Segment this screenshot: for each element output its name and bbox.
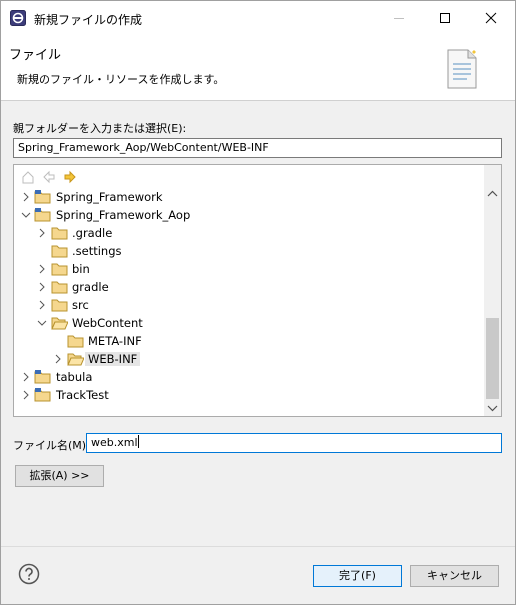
expand-arrow-icon[interactable] [36,281,48,293]
tree-row[interactable]: WebContent [14,314,480,332]
folder-icon [51,281,68,294]
file-name-label: ファイル名(M): [13,439,90,452]
tree-label: WebContent [72,316,143,330]
tree-row[interactable]: .settings [14,242,480,260]
expand-arrow-icon[interactable] [20,389,32,401]
project-folder-icon [34,208,51,222]
parent-folder-label: 親フォルダーを入力または選択(E): [13,122,187,135]
maximize-button[interactable] [422,1,468,35]
new-file-dialog: 新規ファイルの作成 ファイル 新規のファイル・リソースを作成します。 親フォルダ… [0,0,516,605]
folder-open-icon [67,353,84,366]
tree-label: gradle [72,280,109,294]
window-title: 新規ファイルの作成 [34,13,143,27]
file-name-input[interactable]: web.xml [86,433,502,453]
advanced-button[interactable]: 拡張(A) >> [15,465,104,487]
tree-row[interactable]: gradle [14,278,480,296]
forward-arrow-icon[interactable] [62,169,78,185]
tree-label: Spring_Framework [56,190,163,204]
tree-label: Spring_Framework_Aop [56,208,191,222]
tree-toolbar [20,169,78,185]
tree-row[interactable]: TrackTest [14,386,480,404]
minimize-button[interactable] [376,1,422,35]
collapse-arrow-icon[interactable] [20,209,32,221]
expand-arrow-icon[interactable] [52,353,64,365]
folder-tree[interactable]: Spring_Framework Spring_Framework_Aop .g… [13,164,502,417]
close-icon [485,12,497,24]
wizard-title: ファイル [9,48,62,63]
tree-row[interactable]: Spring_Framework [14,188,480,206]
back-arrow-icon[interactable] [41,169,57,185]
tree-row[interactable]: .gradle [14,224,480,242]
text-cursor [137,435,139,448]
file-name-value: web.xml [91,436,138,449]
tree-label: bin [72,262,90,276]
tree-label: WEB-INF [85,352,141,366]
maximize-icon [440,13,450,23]
folder-open-icon [51,317,68,330]
eclipse-app-icon [10,10,26,26]
tree-scrollbar[interactable] [484,165,501,416]
finish-button[interactable]: 完了(F) [313,565,402,587]
close-button[interactable] [468,1,514,35]
new-file-wizard-icon [447,49,477,89]
project-folder-icon [34,370,51,384]
folder-icon [51,263,68,276]
expand-arrow-icon[interactable] [20,191,32,203]
tree-label: META-INF [88,334,142,348]
collapse-arrow-icon[interactable] [36,317,48,329]
title-bar: 新規ファイルの作成 [1,1,515,35]
tree-row[interactable]: bin [14,260,480,278]
wizard-banner: ファイル 新規のファイル・リソースを作成します。 [1,35,515,101]
folder-icon [51,299,68,312]
tree-row[interactable]: src [14,296,480,314]
project-folder-icon [34,190,51,204]
folder-icon [51,227,68,240]
home-icon[interactable] [20,169,36,185]
folder-icon [67,335,84,348]
parent-folder-input[interactable]: Spring_Framework_Aop/WebContent/WEB-INF [13,138,502,158]
tree-label: src [72,298,89,312]
expand-arrow-icon[interactable] [36,227,48,239]
tree-label: .gradle [72,226,113,240]
cancel-button[interactable]: キャンセル [410,565,499,587]
tree-row-selected[interactable]: WEB-INF [14,350,480,368]
tree-label: tabula [56,370,93,384]
scroll-down-icon[interactable] [484,401,501,415]
help-icon[interactable] [18,563,40,585]
scrollbar-thumb[interactable] [486,318,499,399]
scroll-up-icon[interactable] [484,187,501,201]
tree-row[interactable]: Spring_Framework_Aop [14,206,480,224]
folder-icon [51,245,68,258]
expand-arrow-icon[interactable] [20,371,32,383]
tree-row[interactable]: META-INF [14,332,480,350]
tree-label: .settings [72,244,122,258]
expand-arrow-icon[interactable] [36,299,48,311]
minimize-icon [394,18,404,19]
button-bar-separator [1,546,515,547]
expand-arrow-icon[interactable] [36,263,48,275]
tree-label: TrackTest [56,388,109,402]
project-folder-icon [34,388,51,402]
wizard-description: 新規のファイル・リソースを作成します。 [17,73,225,86]
tree-row[interactable]: tabula [14,368,480,386]
